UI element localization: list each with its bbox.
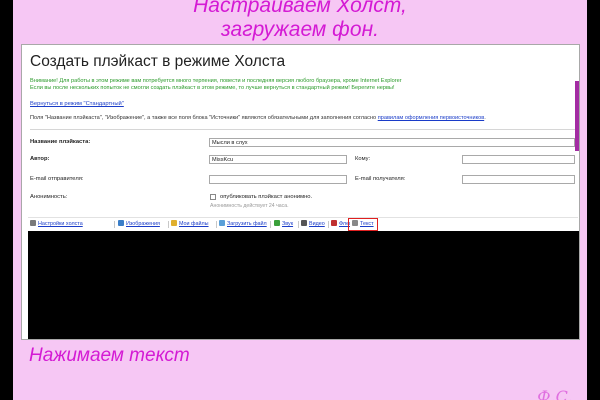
tab-separator: [216, 221, 217, 228]
tab-separator: [328, 221, 329, 228]
video-icon: [301, 220, 307, 226]
warning-note-line1: Внимание! Для работы в этом режиме вам п…: [30, 78, 402, 84]
bottom-caption: Нажимаем текст: [29, 345, 190, 366]
top-caption-line2: загружаем фон.: [221, 18, 379, 41]
tab-text[interactable]: Текст: [348, 218, 378, 231]
tab-my-files[interactable]: Мои файлы: [171, 220, 209, 229]
recipient-email-label: E-mail получателя:: [355, 176, 406, 182]
tab-canvas-settings[interactable]: Настройки холста: [30, 220, 83, 229]
rules-link[interactable]: правилам оформления первоисточников: [378, 115, 484, 121]
slide-frame: Настраиваем Холст, загружаем фон. Создат…: [13, 0, 587, 400]
top-caption: Настраиваем Холст, загружаем фон.: [13, 0, 587, 42]
anonymity-hint: Анонимность действует 24 часа.: [210, 203, 289, 209]
upload-icon: [219, 220, 225, 226]
warning-note-line2: Если вы после нескольких попыток не смог…: [30, 85, 395, 91]
tab-sound[interactable]: Звук: [274, 220, 293, 229]
recipient-email-input[interactable]: [462, 175, 575, 184]
folder-icon: [171, 220, 177, 226]
gear-icon: [30, 220, 36, 226]
signature: Ф.С.: [537, 387, 573, 400]
playcast-name-label: Название плэйкаста:: [30, 139, 91, 145]
tab-separator: [298, 221, 299, 228]
tab-upload-file[interactable]: Загрузить файл: [219, 220, 267, 229]
sender-email-label: E-mail отправителя:: [30, 176, 84, 182]
flash-icon: [331, 220, 337, 226]
playcast-canvas[interactable]: [28, 231, 579, 339]
to-label: Кому:: [355, 156, 371, 162]
canvas-toolbar-tabs: Настройки холста Изображения Мои файлы З…: [28, 217, 578, 231]
text-icon: [352, 220, 358, 226]
page-title: Создать плэйкаст в режиме Холста: [30, 53, 286, 70]
playcast-name-input[interactable]: Мысли в слух: [209, 138, 575, 147]
anonymous-checkbox[interactable]: [210, 194, 216, 200]
browser-screenshot: Создать плэйкаст в режиме Холста Внимани…: [21, 44, 580, 340]
top-caption-line1: Настраиваем Холст,: [193, 0, 407, 17]
required-fields-info: Поля "Название плэйкаста", "Изображение"…: [30, 115, 486, 121]
back-to-standard-link[interactable]: Вернуться в режим "Стандартный": [30, 101, 124, 107]
info-end: .: [484, 115, 486, 121]
author-input[interactable]: MissKcu: [209, 155, 347, 164]
sender-email-input[interactable]: [209, 175, 347, 184]
divider: [30, 129, 575, 130]
tab-separator: [168, 221, 169, 228]
scrollbar[interactable]: [575, 81, 579, 151]
tab-separator: [114, 221, 115, 228]
author-label: Автор:: [30, 156, 50, 162]
anonymous-checkbox-label: опубликовать плэйкаст анонимно.: [220, 194, 313, 200]
sound-icon: [274, 220, 280, 226]
tab-images[interactable]: Изображения: [118, 220, 160, 229]
tab-video[interactable]: Видео: [301, 220, 325, 229]
to-input[interactable]: [462, 155, 575, 164]
tab-separator: [270, 221, 271, 228]
image-icon: [118, 220, 124, 226]
info-text: Поля "Название плэйкаста", "Изображение"…: [30, 115, 377, 121]
anonymity-label: Анонимность:: [30, 194, 68, 200]
